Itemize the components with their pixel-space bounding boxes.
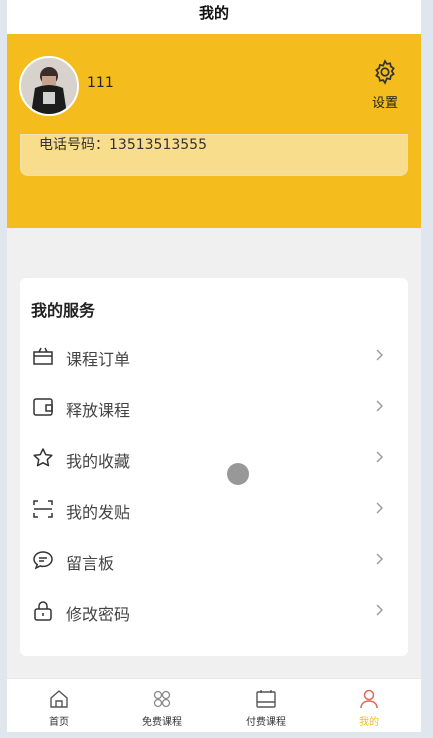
grid-icon (153, 690, 171, 708)
bottom-tabbar: 首页 免费课程 付费课程 我的 (7, 678, 421, 732)
menu-item-release-course[interactable]: 释放课程 (20, 385, 408, 429)
settings-label: 设置 (371, 96, 398, 111)
message-icon (33, 551, 53, 570)
menu-item-favorites[interactable]: 我的收藏 (20, 436, 408, 480)
user-icon (360, 689, 378, 709)
page-title: 我的 (7, 0, 421, 34)
profile-header: 111 设置 电话号码：13513513555 (7, 34, 421, 228)
star-icon (33, 448, 53, 467)
tab-free-courses[interactable]: 免费课程 (110, 679, 214, 732)
chevron-right-icon (376, 400, 383, 412)
phone-card: 电话号码：13513513555 (20, 134, 408, 176)
tab-home[interactable]: 首页 (7, 679, 111, 732)
services-title: 我的服务 (31, 301, 96, 320)
home-icon (50, 690, 68, 708)
chevron-right-icon (376, 604, 383, 616)
phone-screen: 我的 111 设置 电话号码：13513513555 我的服务 课程订单 释放课… (7, 0, 421, 732)
menu-item-course-orders[interactable]: 课程订单 (20, 334, 408, 378)
tab-label: 付费课程 (246, 717, 286, 728)
calendar-icon (256, 690, 276, 708)
scan-icon (33, 500, 53, 518)
avatar-image (21, 58, 77, 114)
chevron-right-icon (376, 451, 383, 463)
phone-number: 电话号码：13513513555 (39, 137, 207, 153)
menu-item-label: 课程订单 (66, 350, 131, 369)
loading-indicator (227, 463, 249, 485)
menu-item-change-password[interactable]: 修改密码 (20, 589, 408, 633)
menu-item-my-posts[interactable]: 我的发贴 (20, 487, 408, 531)
menu-item-label: 修改密码 (66, 605, 131, 624)
menu-item-label: 我的收藏 (66, 452, 131, 471)
tab-label: 首页 (49, 717, 69, 728)
tab-label: 我的 (359, 717, 379, 728)
gear-icon (375, 59, 395, 85)
tab-paid-courses[interactable]: 付费课程 (214, 679, 318, 732)
menu-item-label: 留言板 (66, 554, 115, 573)
chevron-right-icon (376, 502, 383, 514)
username: 111 (87, 75, 114, 91)
chevron-right-icon (376, 553, 383, 565)
menu-item-label: 我的发贴 (66, 503, 131, 522)
lock-icon (34, 601, 52, 621)
gift-icon (33, 347, 53, 365)
avatar[interactable] (19, 56, 79, 116)
services-panel: 我的服务 课程订单 释放课程 我的收藏 我的发贴 留言板 修改密码 (20, 278, 408, 656)
tab-label: 免费课程 (142, 717, 182, 728)
settings-button[interactable]: 设置 (365, 58, 405, 111)
menu-item-label: 释放课程 (66, 401, 131, 420)
menu-item-message-board[interactable]: 留言板 (20, 538, 408, 582)
wallet-icon (33, 398, 53, 416)
chevron-right-icon (376, 349, 383, 361)
tab-mine[interactable]: 我的 (317, 679, 421, 732)
